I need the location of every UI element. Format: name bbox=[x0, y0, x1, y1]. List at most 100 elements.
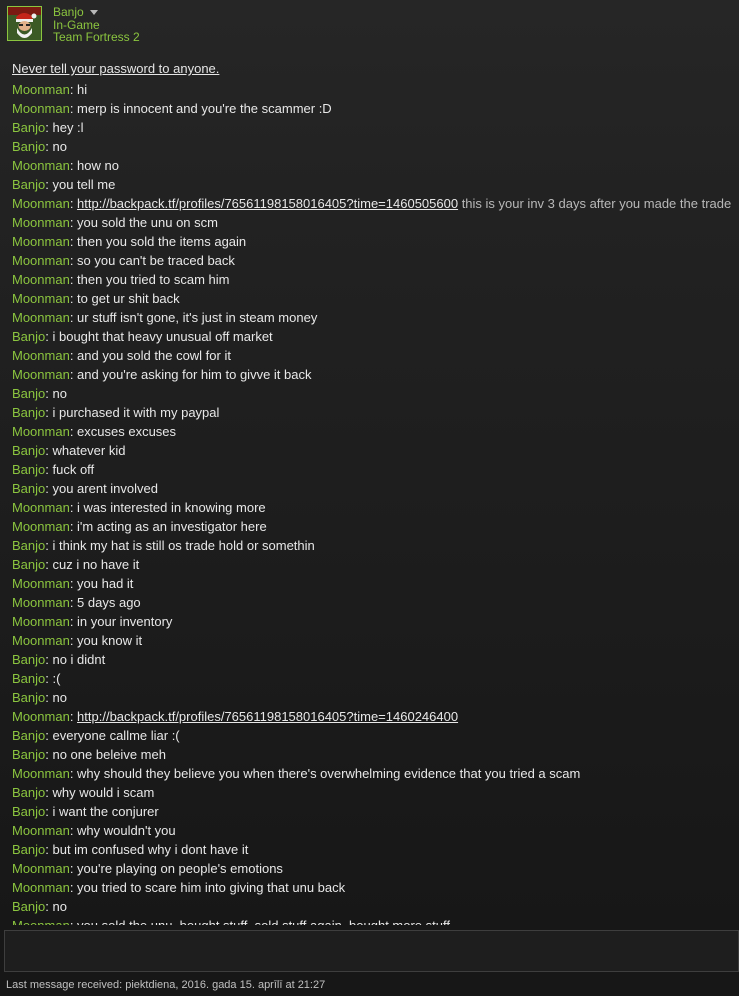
sender-separator: : bbox=[69, 310, 78, 325]
message-sender[interactable]: Banjo bbox=[12, 177, 45, 192]
message-sender[interactable]: Moonman bbox=[12, 253, 70, 268]
last-message-info: Last message received: piektdiena, 2016.… bbox=[6, 979, 326, 991]
message-sender[interactable]: Moonman bbox=[12, 272, 70, 287]
message-sender[interactable]: Banjo bbox=[12, 690, 45, 705]
message-text: no one beleive meh bbox=[52, 747, 166, 762]
message-sender[interactable]: Moonman bbox=[12, 880, 70, 895]
message-text: fuck off bbox=[52, 462, 95, 477]
message-text: i purchased it with my paypal bbox=[52, 405, 220, 420]
chat-message: Moonman: and you're asking for him to gi… bbox=[12, 365, 311, 384]
chat-message: Banjo: fuck off bbox=[12, 460, 94, 479]
message-text: ur stuff isn't gone, it's just in steam … bbox=[77, 310, 318, 325]
message-sender[interactable]: Moonman bbox=[12, 766, 70, 781]
message-text: you know it bbox=[77, 633, 143, 648]
message-sender[interactable]: Moonman bbox=[12, 348, 70, 363]
message-sender[interactable]: Moonman bbox=[12, 424, 70, 439]
message-text: you tried to scare him into giving that … bbox=[77, 880, 346, 895]
password-warning: Never tell your password to anyone. bbox=[12, 61, 220, 76]
message-sender[interactable]: Moonman bbox=[12, 234, 70, 249]
message-sender[interactable]: Moonman bbox=[12, 101, 70, 116]
message-sender[interactable]: Moonman bbox=[12, 918, 70, 925]
chat-message: Moonman: in your inventory bbox=[12, 612, 172, 631]
chat-message: Moonman: i was interested in knowing mor… bbox=[12, 498, 266, 517]
avatar[interactable] bbox=[7, 6, 42, 41]
message-sender[interactable]: Moonman bbox=[12, 215, 70, 230]
message-sender[interactable]: Banjo bbox=[12, 728, 45, 743]
message-sender[interactable]: Moonman bbox=[12, 158, 70, 173]
sender-separator: : bbox=[69, 253, 78, 268]
chat-message: Banjo: but im confused why i dont have i… bbox=[12, 840, 248, 859]
chevron-down-icon[interactable] bbox=[89, 9, 98, 15]
message-sender[interactable]: Banjo bbox=[12, 652, 45, 667]
message-sender[interactable]: Moonman bbox=[12, 595, 70, 610]
message-sender[interactable]: Moonman bbox=[12, 709, 70, 724]
message-text: i bought that heavy unusual off market bbox=[52, 329, 273, 344]
chat-message: Banjo: you tell me bbox=[12, 175, 115, 194]
message-sender[interactable]: Banjo bbox=[12, 747, 45, 762]
message-sender[interactable]: Banjo bbox=[12, 443, 45, 458]
message-sender[interactable]: Moonman bbox=[12, 861, 70, 876]
message-text: whatever kid bbox=[52, 443, 126, 458]
message-sender[interactable]: Banjo bbox=[12, 785, 45, 800]
message-sender[interactable]: Banjo bbox=[12, 671, 45, 686]
message-sender[interactable]: Moonman bbox=[12, 367, 70, 382]
message-sender[interactable]: Moonman bbox=[12, 823, 70, 838]
sender-separator: : bbox=[69, 519, 78, 534]
chat-message: Banjo: :( bbox=[12, 669, 60, 688]
chat-input-box[interactable] bbox=[4, 930, 739, 972]
message-link[interactable]: http://backpack.tf/profiles/765611981580… bbox=[77, 709, 458, 724]
message-sender[interactable]: Banjo bbox=[12, 462, 45, 477]
chat-message: Moonman: you sold the unu on scm bbox=[12, 213, 218, 232]
message-sender[interactable]: Moonman bbox=[12, 291, 70, 306]
message-sender[interactable]: Banjo bbox=[12, 842, 45, 857]
message-sender[interactable]: Moonman bbox=[12, 576, 70, 591]
message-sender[interactable]: Moonman bbox=[12, 519, 70, 534]
message-sender[interactable]: Banjo bbox=[12, 557, 45, 572]
chat-log[interactable]: Never tell your password to anyone. Moon… bbox=[0, 59, 739, 925]
sender-separator: : bbox=[69, 595, 78, 610]
message-sender[interactable]: Banjo bbox=[12, 120, 45, 135]
message-sender[interactable]: Banjo bbox=[12, 405, 45, 420]
message-sender[interactable]: Banjo bbox=[12, 139, 45, 154]
chat-message: Moonman: ur stuff isn't gone, it's just … bbox=[12, 308, 317, 327]
message-sender[interactable]: Moonman bbox=[12, 614, 70, 629]
message-sender[interactable]: Banjo bbox=[12, 804, 45, 819]
message-text: no bbox=[52, 899, 67, 914]
message-sender[interactable]: Banjo bbox=[12, 481, 45, 496]
message-text: cuz i no have it bbox=[52, 557, 140, 572]
message-text: everyone callme liar :( bbox=[52, 728, 180, 743]
message-sender[interactable]: Banjo bbox=[12, 899, 45, 914]
chat-message: Banjo: no i didnt bbox=[12, 650, 105, 669]
message-sender[interactable]: Banjo bbox=[12, 329, 45, 344]
message-sender[interactable]: Moonman bbox=[12, 633, 70, 648]
message-text: to get ur shit back bbox=[77, 291, 180, 306]
message-link[interactable]: http://backpack.tf/profiles/765611981580… bbox=[77, 196, 458, 211]
chat-message: Banjo: hey :l bbox=[12, 118, 84, 137]
sender-separator: : bbox=[70, 918, 77, 925]
message-text: this is your inv 3 days after you made t… bbox=[458, 196, 732, 211]
chat-message: Moonman: how no bbox=[12, 156, 119, 175]
username-dropdown[interactable]: Banjo bbox=[53, 5, 98, 19]
message-sender[interactable]: Moonman bbox=[12, 310, 70, 325]
message-sender[interactable]: Banjo bbox=[12, 538, 45, 553]
message-sender[interactable]: Moonman bbox=[12, 196, 70, 211]
sender-separator: : bbox=[69, 500, 78, 515]
message-text: and you're asking for him to givve it ba… bbox=[77, 367, 312, 382]
message-sender[interactable]: Moonman bbox=[12, 500, 70, 515]
sender-separator: : bbox=[69, 861, 78, 876]
message-sender[interactable]: Moonman bbox=[12, 82, 70, 97]
chat-message: Moonman: and you sold the cowl for it bbox=[12, 346, 231, 365]
chat-message: Banjo: no bbox=[12, 384, 67, 403]
chat-message: Banjo: i purchased it with my paypal bbox=[12, 403, 219, 422]
username: Banjo bbox=[53, 5, 84, 19]
message-text: you're playing on people's emotions bbox=[77, 861, 283, 876]
message-text: no i didnt bbox=[52, 652, 106, 667]
message-text: i was interested in knowing more bbox=[77, 500, 266, 515]
chat-input[interactable] bbox=[5, 931, 738, 971]
sender-separator: : bbox=[69, 158, 78, 173]
message-text: no bbox=[52, 386, 67, 401]
message-sender[interactable]: Banjo bbox=[12, 386, 45, 401]
sender-separator: : bbox=[69, 766, 78, 781]
current-game: Team Fortress 2 bbox=[53, 30, 140, 44]
chat-message: Moonman: you sold the unu, bought stuff,… bbox=[12, 916, 450, 925]
